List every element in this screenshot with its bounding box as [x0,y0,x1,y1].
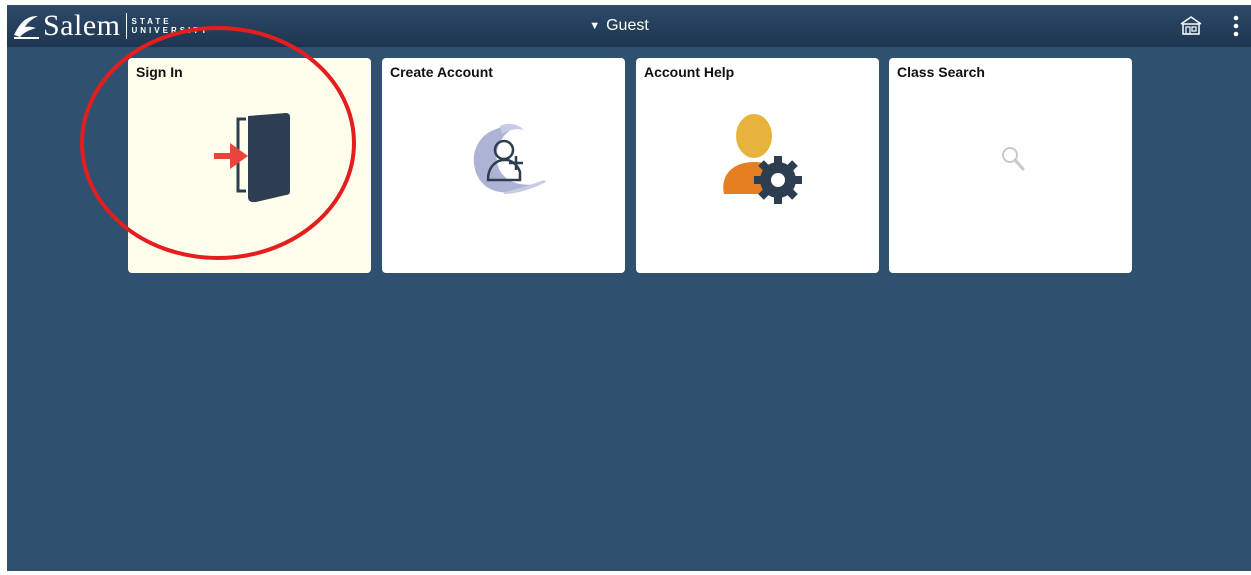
brand-sub-line-2: UNIVERSITY [131,26,210,35]
app-frame: Salem STATE UNIVERSITY ▼ Guest Sign In C… [7,5,1251,571]
tile-account-help[interactable]: Account Help [636,58,879,273]
tile-label-account-help: Account Help [644,64,735,80]
page-title-dropdown[interactable]: ▼ Guest [589,17,649,35]
magnifier-icon [1002,147,1025,171]
brand-divider [125,13,127,39]
door-enter-icon [214,113,290,203]
vertical-dots-icon[interactable] [1231,14,1241,38]
university-logo[interactable]: Salem STATE UNIVERSITY [11,7,210,45]
home-icon[interactable] [1179,15,1203,35]
brand-name: Salem [43,9,121,42]
logo-sail-icon [14,16,39,39]
tile-label-class-search: Class Search [897,64,985,80]
header-bar: Salem STATE UNIVERSITY ▼ Guest [7,5,1251,47]
tile-class-search[interactable]: Class Search [889,58,1132,273]
brand-sub-line-1: STATE [131,17,172,26]
tile-sign-in[interactable]: Sign In [128,58,371,273]
tile-create-account[interactable]: Create Account [382,58,625,273]
tile-label-create-account: Create Account [390,64,493,80]
tile-label-sign-in: Sign In [136,64,183,80]
page-title: Guest [606,17,649,34]
caret-down-icon: ▼ [589,20,601,32]
add-user-icon [473,123,546,194]
user-gear-icon [723,114,802,204]
brand-subtitle: STATE UNIVERSITY [132,17,210,35]
